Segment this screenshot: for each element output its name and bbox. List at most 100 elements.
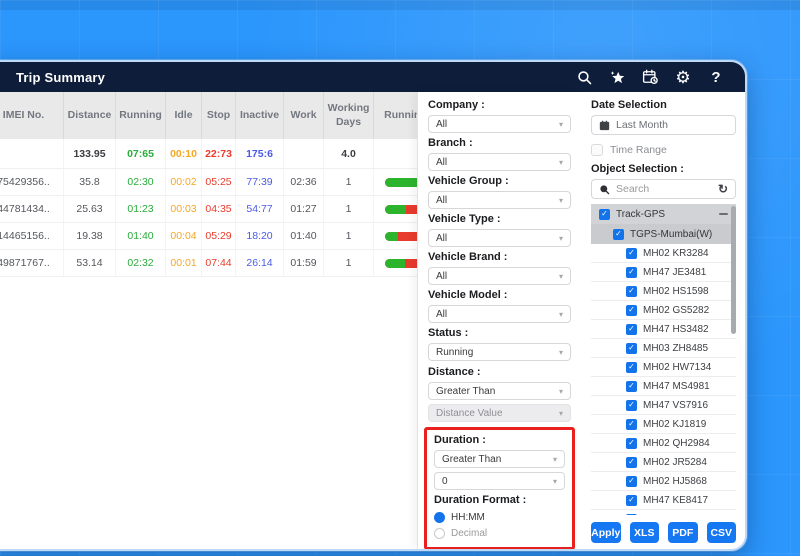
cell-distance: 133.95 xyxy=(64,139,116,168)
checkbox-checked[interactable] xyxy=(599,209,610,220)
duration-value-select[interactable]: 0 xyxy=(434,472,565,490)
column-header-idle: Idle xyxy=(166,92,202,139)
checkbox-checked[interactable] xyxy=(626,476,637,487)
radio-unselected[interactable] xyxy=(434,528,445,539)
xls-button[interactable]: XLS xyxy=(630,522,660,543)
filter-panel: Company :AllBranch :AllVehicle Group :Al… xyxy=(417,92,580,549)
favorites-star-icon[interactable] xyxy=(608,68,626,86)
column-header-running: Running xyxy=(116,92,166,139)
time-range-checkbox[interactable] xyxy=(591,144,603,156)
tree-root-track-gps[interactable]: Track-GPS xyxy=(591,204,736,224)
checkbox-checked[interactable] xyxy=(626,457,637,468)
cell-running: 07:65 xyxy=(116,139,166,168)
vehicle-list: MH02 KR3284 MH47 JE3481MH02 HS1598MH02 GS… xyxy=(591,244,736,515)
help-icon[interactable] xyxy=(707,68,725,86)
branch-select[interactable]: All xyxy=(428,153,571,171)
vehicle-type-select[interactable]: All xyxy=(428,229,571,247)
status-select[interactable]: Running xyxy=(428,343,571,361)
chevron-down-icon xyxy=(559,386,563,397)
csv-button[interactable]: CSV xyxy=(707,522,737,543)
summary-row: 133.9507:6500:1022:73175:64.0 xyxy=(0,139,417,169)
company-select[interactable]: All xyxy=(428,115,571,133)
checkbox-checked[interactable] xyxy=(626,362,637,373)
titlebar-actions xyxy=(575,68,725,86)
checkbox-checked[interactable] xyxy=(626,381,637,392)
radio-option-hh-mm[interactable]: HH:MM xyxy=(434,510,565,524)
apply-button[interactable]: Apply xyxy=(591,522,621,543)
search-icon[interactable] xyxy=(575,68,593,86)
duration-operator-select[interactable]: Greater Than xyxy=(434,450,565,468)
checkbox-checked[interactable] xyxy=(626,267,637,278)
vehicle-model-select[interactable]: All xyxy=(428,305,571,323)
cell-imei xyxy=(0,139,64,168)
time-range-label: Time Range xyxy=(610,144,667,156)
vehicle-item-mh02-hj5868[interactable]: MH02 HJ5868 xyxy=(591,472,736,491)
vehicle-brand-select[interactable]: All xyxy=(428,267,571,285)
selected-value: All xyxy=(436,309,447,320)
distance-value-select[interactable]: Distance Value xyxy=(428,404,571,422)
column-header-distance: Distance xyxy=(64,92,116,139)
checkbox-checked[interactable] xyxy=(626,305,637,316)
radio-selected[interactable] xyxy=(434,512,445,523)
checkbox-checked[interactable] xyxy=(626,419,637,430)
vehicle-label: MH02 KR3284 xyxy=(643,248,709,259)
tree-scrollbar-thumb[interactable] xyxy=(731,206,736,334)
column-header-running-v-stop: Running V Stop xyxy=(374,92,417,139)
pdf-button[interactable]: PDF xyxy=(668,522,698,543)
vehicle-item-mh02-ws4981[interactable]: MH02 WS4981 xyxy=(591,510,736,515)
vehicle-item-mh47-vs7916[interactable]: MH47 VS7916 xyxy=(591,396,736,415)
checkbox-checked[interactable] xyxy=(626,248,637,259)
vehicle-item-mh02-kj1819[interactable]: MH02 KJ1819 xyxy=(591,415,736,434)
date-range-input[interactable]: Last Month xyxy=(591,115,736,135)
cell-idle: 00:03 xyxy=(166,196,202,222)
cell-work xyxy=(284,139,324,168)
checkbox-checked[interactable] xyxy=(626,343,637,354)
cell-bar xyxy=(374,250,417,276)
chevron-down-icon xyxy=(559,408,563,419)
column-header-work: Work xyxy=(284,92,324,139)
vehicle-item-mh47-ke8417[interactable]: MH47 KE8417 xyxy=(591,491,736,510)
vehicle-label: MH02 HW7134 xyxy=(643,362,711,373)
radio-option-decimal[interactable]: Decimal xyxy=(434,526,565,540)
vehicle-item-mh02-hs1598[interactable]: MH02 HS1598 xyxy=(591,282,736,301)
vehicle-item-mh03-zh8485[interactable]: MH03 ZH8485 xyxy=(591,339,736,358)
checkbox-checked[interactable] xyxy=(626,438,637,449)
time-range-toggle[interactable]: Time Range xyxy=(591,144,736,156)
cell-running: 02:30 xyxy=(116,169,166,195)
vehicle-item-mh47-ms4981[interactable]: MH47 MS4981 xyxy=(591,377,736,396)
cell-inactive: 175:6 xyxy=(236,139,284,168)
table-row: 14465156..19.3801:4000:0405:2918:2001:40… xyxy=(0,223,417,250)
titlebar: Trip Summary xyxy=(0,62,745,92)
chevron-down-icon xyxy=(559,195,563,206)
distance-operator-select[interactable]: Greater Than xyxy=(428,382,571,400)
cell-working_days: 1 xyxy=(324,250,374,276)
vehicle-item-mh02-jr5284[interactable]: MH02 JR5284 xyxy=(591,453,736,472)
cell-running: 01:23 xyxy=(116,196,166,222)
vehicle-item-mh02-kr3284[interactable]: MH02 KR3284 xyxy=(591,244,736,263)
vehicle-item-mh02-hw7134[interactable]: MH02 HW7134 xyxy=(591,358,736,377)
vehicle-group-select[interactable]: All xyxy=(428,191,571,209)
filter-label-company: Company : xyxy=(428,99,571,112)
vehicle-item-mh47-je3481[interactable]: MH47 JE3481 xyxy=(591,263,736,282)
checkbox-checked[interactable] xyxy=(626,324,637,335)
filter-label-vehicle-brand: Vehicle Brand : xyxy=(428,251,571,264)
settings-gear-icon[interactable] xyxy=(674,68,692,86)
schedule-calendar-icon[interactable] xyxy=(641,68,659,86)
table-header-row: IMEI No.DistanceRunningIdleStopInactiveW… xyxy=(0,92,417,139)
selection-panel: Date Selection Last Month Time Range Obj… xyxy=(580,92,745,549)
checkbox-checked[interactable] xyxy=(626,495,637,506)
vehicle-item-mh02-gs5282[interactable]: MH02 GS5282 xyxy=(591,301,736,320)
checkbox-checked[interactable] xyxy=(613,229,624,240)
vehicle-item-mh02-qh2984[interactable]: MH02 QH2984 xyxy=(591,434,736,453)
vehicle-label: MH47 MS4981 xyxy=(643,381,710,392)
checkbox-checked[interactable] xyxy=(626,514,637,516)
checkbox-checked[interactable] xyxy=(626,400,637,411)
refresh-icon[interactable] xyxy=(718,182,728,196)
vehicle-item-mh47-hs3482[interactable]: MH47 HS3482 xyxy=(591,320,736,339)
filter-field-distance: Distance : Greater Than Distance Value xyxy=(428,365,571,426)
collapse-minus-icon[interactable] xyxy=(719,213,728,215)
filter-label-branch: Branch : xyxy=(428,137,571,150)
tree-group-tgps-mumbai[interactable]: TGPS-Mumbai(W) xyxy=(591,224,736,244)
object-search-input[interactable]: Search xyxy=(591,179,736,199)
checkbox-checked[interactable] xyxy=(626,286,637,297)
